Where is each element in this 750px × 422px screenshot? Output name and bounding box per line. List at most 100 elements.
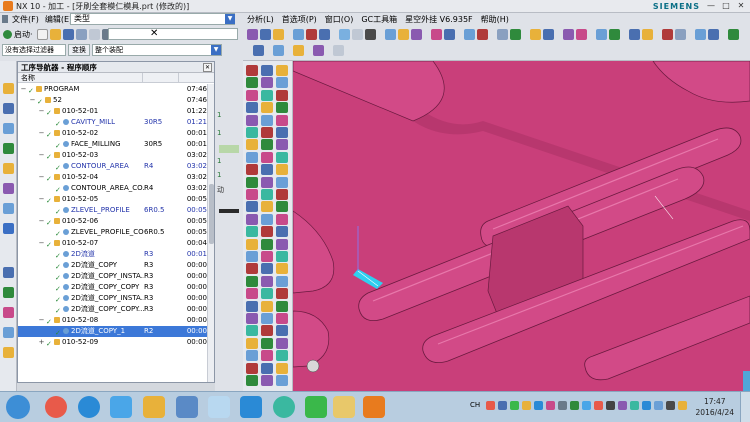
tray-icon[interactable] (510, 401, 519, 410)
operation-tool-icon[interactable] (246, 226, 258, 238)
toolbar-icon[interactable] (339, 29, 350, 40)
toolbar-icon[interactable] (444, 29, 455, 40)
resource-tab-icon[interactable] (3, 83, 14, 94)
operation-tool-icon[interactable] (276, 325, 288, 337)
resource-tab-icon[interactable] (3, 123, 14, 134)
tray-icon[interactable] (498, 401, 507, 410)
tree-row[interactable]: ✓ CONTOUR_AREA_CO... R4 03:02 (18, 183, 208, 194)
tree-row[interactable]: − ✓ PROGRAM 07:46 (18, 84, 208, 95)
operation-tool-icon[interactable] (261, 238, 273, 250)
operation-tool-icon[interactable] (261, 65, 273, 76)
operation-tool-icon[interactable] (261, 77, 273, 89)
column-header-name[interactable]: 名称 (18, 73, 143, 82)
start-menu-button[interactable]: 启动· (0, 29, 36, 40)
tree-row[interactable]: ✓ 2D流道_COPY_INSTA... R3 00:00 (18, 271, 208, 282)
tree-row[interactable]: ✓ 2D流道_COPY_INSTA... R3 00:00 (18, 293, 208, 304)
toolbar-icon[interactable] (510, 29, 521, 40)
maximize-button[interactable]: □ (719, 1, 733, 11)
resource-tab-icon[interactable] (3, 287, 14, 298)
graphics-window[interactable] (293, 61, 750, 391)
toolbar-icon[interactable] (563, 29, 574, 40)
network-icon[interactable] (654, 401, 663, 410)
menu-help[interactable]: 帮助(H) (477, 14, 513, 25)
close-x-icon[interactable]: ✕ (150, 28, 158, 40)
operation-tool-icon[interactable] (246, 127, 258, 138)
video-taskbar-icon[interactable] (176, 396, 198, 418)
toolbar-icon[interactable] (629, 29, 640, 40)
close-icon[interactable]: ✕ (203, 63, 212, 72)
operation-tool-icon[interactable] (261, 275, 273, 287)
toolbar-icon[interactable] (609, 29, 620, 40)
type-dropdown[interactable]: 类型 (70, 13, 235, 25)
operation-tool-icon[interactable] (246, 362, 258, 374)
operation-tool-icon[interactable] (246, 77, 258, 89)
menu-gc-toolbox[interactable]: GC工具箱 (357, 14, 401, 25)
operation-tool-icon[interactable] (246, 375, 258, 386)
show-desktop-button[interactable] (740, 392, 750, 422)
operation-tool-icon[interactable] (261, 375, 273, 386)
operation-tool-icon[interactable] (246, 350, 258, 362)
toolbar-icon[interactable] (313, 45, 324, 56)
operation-tool-icon[interactable] (276, 251, 288, 262)
tree-row[interactable]: − ✓ 010-52-02 00:01 (18, 128, 208, 139)
clock-icon[interactable] (3, 267, 14, 278)
toolbar-icon[interactable] (398, 29, 409, 40)
operation-tool-icon[interactable] (261, 263, 273, 275)
operation-tool-icon[interactable] (246, 263, 258, 275)
column-header-tool[interactable] (143, 73, 179, 82)
toolbar-icon[interactable] (293, 45, 304, 56)
operation-tool-icon[interactable] (246, 139, 258, 151)
toolbar-icon[interactable] (247, 29, 258, 40)
tray-icon[interactable] (486, 401, 495, 410)
menu-preferences[interactable]: 首选项(P) (278, 14, 321, 25)
expand-toggle-icon[interactable]: − (38, 172, 45, 183)
tray-icon[interactable] (582, 401, 591, 410)
new-file-icon[interactable] (36, 28, 48, 40)
assembly-scope-dropdown[interactable]: 整个装配 ▼ (92, 44, 222, 56)
operation-tool-icon[interactable] (261, 89, 273, 101)
toolbar-icon[interactable] (675, 29, 686, 40)
cut-icon[interactable] (88, 28, 100, 40)
toolbar-icon[interactable] (293, 29, 304, 40)
viewport-scrollbar[interactable] (743, 371, 750, 391)
operation-tool-icon[interactable] (276, 238, 288, 250)
tree-row[interactable]: − ✓ 010-52-07 00:04 (18, 238, 208, 249)
operation-tool-icon[interactable] (246, 325, 258, 337)
resource-tab-icon[interactable] (3, 307, 14, 318)
toolbar-icon[interactable] (333, 45, 344, 56)
operation-tool-icon[interactable] (276, 263, 288, 275)
operation-tool-icon[interactable] (246, 300, 258, 312)
operation-tool-icon[interactable] (246, 65, 258, 76)
tree-row[interactable]: ✓ 2D流道 R3 00:01 (18, 249, 208, 260)
expand-toggle-icon[interactable]: − (29, 95, 36, 106)
save-as-icon[interactable] (75, 28, 87, 40)
operation-tool-icon[interactable] (276, 189, 288, 200)
operation-tool-icon[interactable] (276, 151, 288, 163)
system-clock[interactable]: 17:47 2016/4/24 (696, 396, 734, 418)
toolbar-icon[interactable] (260, 29, 271, 40)
operation-tool-icon[interactable] (261, 164, 273, 176)
toolbar-icon[interactable] (543, 29, 554, 40)
operation-tool-icon[interactable] (261, 189, 273, 200)
toolbar-icon[interactable] (728, 29, 739, 40)
toolbar-icon[interactable] (477, 29, 488, 40)
tree-row[interactable]: ✓ FACE_MILLING 30R5 00:01 (18, 139, 208, 150)
tree-row[interactable]: ✓ ZLEVEL_PROFILE_CO... 6R0.5 00:05 (18, 227, 208, 238)
tree-row[interactable]: − ✓ 52 07:46 (18, 95, 208, 106)
k-app-taskbar-icon[interactable] (78, 396, 100, 418)
resource-tab-icon[interactable] (3, 327, 14, 338)
operation-tool-icon[interactable] (276, 313, 288, 324)
expand-toggle-icon[interactable]: + (38, 337, 45, 348)
operation-tool-icon[interactable] (261, 139, 273, 151)
resource-tab-icon[interactable] (3, 163, 14, 174)
operation-tool-icon[interactable] (261, 251, 273, 262)
operation-tool-icon[interactable] (246, 189, 258, 200)
resource-tab-icon[interactable] (3, 347, 14, 358)
operation-tool-icon[interactable] (261, 213, 273, 225)
operation-tool-icon[interactable] (246, 102, 258, 114)
menu-window[interactable]: 窗口(O) (321, 14, 358, 25)
operation-tool-icon[interactable] (276, 176, 288, 188)
expand-toggle-icon[interactable]: − (20, 84, 27, 95)
operation-tool-icon[interactable] (276, 226, 288, 238)
tray-icon[interactable] (618, 401, 627, 410)
